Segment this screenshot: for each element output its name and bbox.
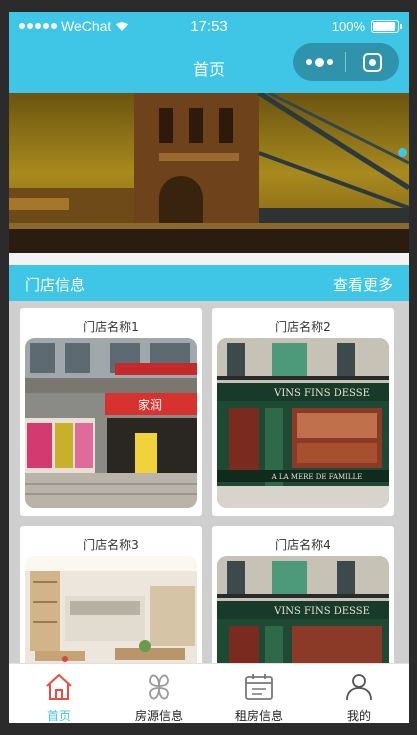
tab-label: 首页 [46,709,71,723]
store-grid: 门店名称1 家润 门店名称2 VINS FINS DESSE A LA MERE… [9,301,409,675]
store-name: 门店名称1 [83,320,139,334]
close-button[interactable] [346,43,398,81]
more-options-button[interactable] [293,43,345,81]
store-image: VINS FINS DESSE A LA MERE DE FAMILLE [217,338,389,508]
store-image [25,556,197,675]
store-name: 门店名称4 [275,538,331,552]
store-card[interactable]: 门店名称2 VINS FINS DESSE A LA MERE DE FAMIL… [212,308,394,516]
battery-percent: 100% [331,19,365,34]
banner-carousel[interactable] [9,93,409,253]
tab-bar: 首页 房源信息 租房信息 我的 [9,663,409,723]
store-card[interactable]: 门店名称3 [20,526,202,675]
section-title: 门店信息 [25,276,86,294]
tab-profile[interactable]: 我的 [309,664,409,723]
navigation-bar: 首页 [9,42,409,93]
carousel-indicator[interactable] [398,148,407,157]
store-image: 家润 [25,338,197,508]
store-section-header: 门店信息 查看更多 [9,265,409,301]
tab-label: 我的 [346,709,371,723]
store-sign: 家润 [138,397,162,412]
tab-rentals[interactable]: 租房信息 [209,664,309,723]
battery-icon [371,20,402,33]
close-icon [362,52,382,72]
tab-label: 房源信息 [134,709,183,723]
store-sign: VINS FINS DESSE [273,606,370,617]
home-icon [46,673,72,700]
tab-home[interactable]: 首页 [9,664,109,723]
mini-program-capsule [293,43,399,81]
store-name: 门店名称3 [83,538,139,552]
person-icon [346,674,372,701]
store-card[interactable]: 门店名称1 家润 [20,308,202,516]
battery-group: 100% [331,19,402,34]
store-card[interactable]: 门店名称4 VINS FINS DESSE [212,526,394,675]
store-sign: VINS FINS DESSE [273,388,370,399]
store-name: 门店名称2 [275,320,331,334]
clover-icon [149,674,169,700]
banner-image [9,93,409,253]
tab-listings[interactable]: 房源信息 [109,664,209,723]
tab-label: 租房信息 [234,709,283,723]
status-bar: WeChat 17:53 100% [9,12,409,42]
calendar-icon [245,674,273,700]
store-sign-2: A LA MERE DE FAMILLE [271,473,363,481]
store-image: VINS FINS DESSE [217,556,389,675]
battery-fill [373,22,395,31]
phone-screen: WeChat 17:53 100% 首页 门店信息 查看更多 门店名称1 家润 … [9,12,409,723]
view-more-link[interactable]: 查看更多 [333,274,393,295]
